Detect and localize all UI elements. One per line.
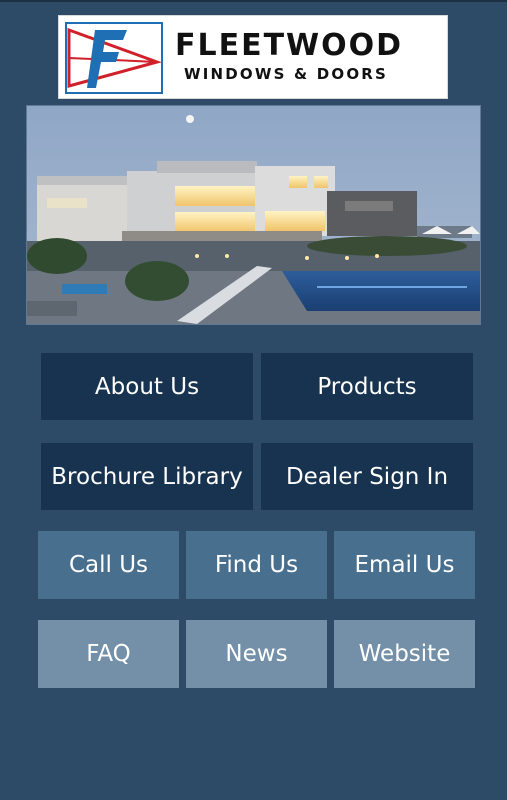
about-us-button[interactable]: About Us (41, 353, 253, 420)
logo-subtitle: WINDOWS & DOORS (184, 65, 389, 83)
hero-image (26, 105, 481, 325)
dealer-sign-in-button[interactable]: Dealer Sign In (261, 443, 473, 510)
website-button[interactable]: Website (334, 620, 475, 688)
brochure-library-button[interactable]: Brochure Library (41, 443, 253, 510)
fleetwood-flag-icon (65, 22, 163, 94)
call-us-button[interactable]: Call Us (38, 531, 179, 599)
find-us-button[interactable]: Find Us (186, 531, 327, 599)
products-button[interactable]: Products (261, 353, 473, 420)
news-button[interactable]: News (186, 620, 327, 688)
logo-title: FLEETWOOD (175, 28, 404, 63)
email-us-button[interactable]: Email Us (334, 531, 475, 599)
faq-button[interactable]: FAQ (38, 620, 179, 688)
fleetwood-logo: FLEETWOOD WINDOWS & DOORS (58, 15, 448, 99)
status-strip (0, 0, 507, 2)
